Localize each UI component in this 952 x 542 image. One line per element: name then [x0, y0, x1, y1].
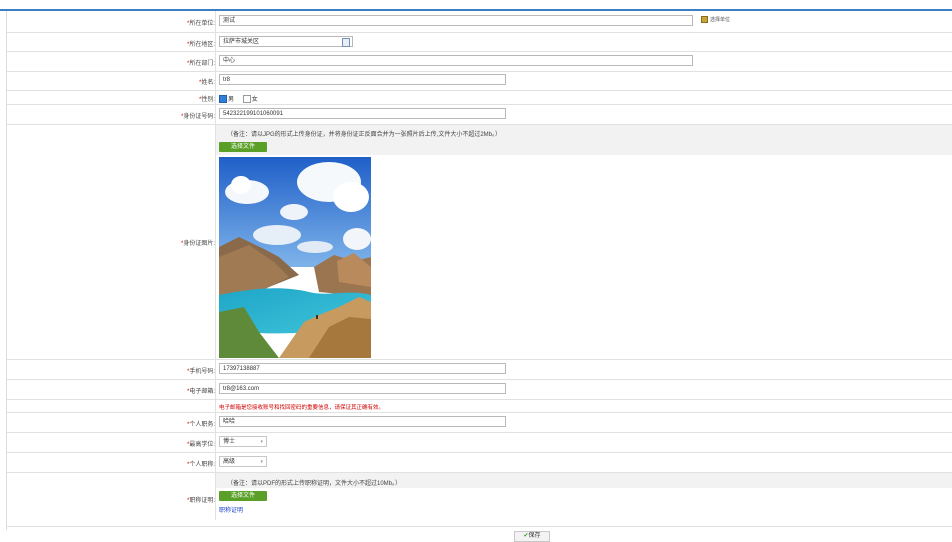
- gender-options: 男 女: [219, 94, 258, 104]
- name-field[interactable]: tr8: [219, 74, 506, 85]
- row-area: *所在地区:: [7, 32, 952, 52]
- title-select[interactable]: 高级 ▾: [219, 456, 267, 467]
- idphoto-choose-file-button[interactable]: 选择文件: [219, 142, 267, 152]
- gender-male-radio[interactable]: [219, 95, 227, 104]
- email-warning: 电子邮箱是您接收账号和找回密码的重要信息，请保证其正确有效。: [219, 405, 385, 411]
- row-idphoto: *身份证图片:: [7, 124, 952, 360]
- cert-note: （备注：请以PDF的形式上传职称证明，文件大小不超过10Mb。）: [227, 481, 402, 487]
- save-button[interactable]: ✔保存: [514, 531, 550, 542]
- cert-label: *职称证明:: [186, 498, 215, 504]
- cert-link[interactable]: 职称证明: [219, 505, 243, 514]
- gender-male-label: 男: [228, 97, 235, 103]
- gender-female-radio[interactable]: [242, 95, 251, 104]
- degree-label: *最高学位:: [186, 442, 215, 448]
- dept-field[interactable]: 中心: [219, 55, 693, 66]
- chevron-down-icon: ▾: [260, 459, 263, 465]
- idno-label: *身份证号码:: [180, 114, 215, 120]
- unit-label: *所在单位:: [186, 21, 215, 27]
- cert-choose-file-button[interactable]: 选择文件: [219, 491, 267, 501]
- area-label: *所在地区:: [186, 42, 215, 48]
- gender-label: *性别:: [198, 97, 215, 103]
- chevron-down-icon: ▾: [260, 439, 263, 445]
- select-icon: [701, 16, 708, 24]
- select-unit-link[interactable]: 选择单位: [701, 16, 730, 24]
- title-label: *个人职称:: [186, 462, 215, 468]
- idphoto-label: *身份证图片:: [180, 241, 215, 247]
- cert-note-box: （备注：请以PDF的形式上传职称证明，文件大小不超过10Mb。）: [216, 473, 952, 488]
- unit-field[interactable]: 测试: [219, 15, 693, 26]
- calendar-icon[interactable]: [342, 38, 350, 47]
- dept-label: *所在部门:: [186, 61, 215, 67]
- row-gender: *性别:: [7, 90, 952, 105]
- position-label: *个人职务:: [186, 422, 215, 428]
- name-label: *姓名:: [198, 80, 215, 86]
- row-email-warning: [7, 399, 952, 413]
- phone-label: *手机号码:: [186, 369, 215, 375]
- idno-field[interactable]: 542322199101060091: [219, 108, 506, 119]
- degree-select[interactable]: 博士 ▾: [219, 436, 267, 447]
- row-degree: *最高学位:: [7, 432, 952, 453]
- idphoto-note: （备注：请以JPG的形式上传身份证，并将身份证正反面合并为一张照片后上传,文件大…: [227, 132, 502, 138]
- email-label: *电子邮箱:: [186, 389, 215, 395]
- area-field[interactable]: 拉萨市城关区: [219, 36, 353, 47]
- gender-female-label: 女: [251, 97, 258, 103]
- position-field[interactable]: 哈哈: [219, 416, 506, 427]
- idcard-image: [219, 157, 371, 358]
- email-field[interactable]: tr8@163.com: [219, 383, 506, 394]
- phone-field[interactable]: 17397138887: [219, 363, 506, 374]
- idphoto-note-box: （备注：请以JPG的形式上传身份证，并将身份证正反面合并为一张照片后上传,文件大…: [216, 125, 952, 155]
- row-title: *个人职称:: [7, 452, 952, 473]
